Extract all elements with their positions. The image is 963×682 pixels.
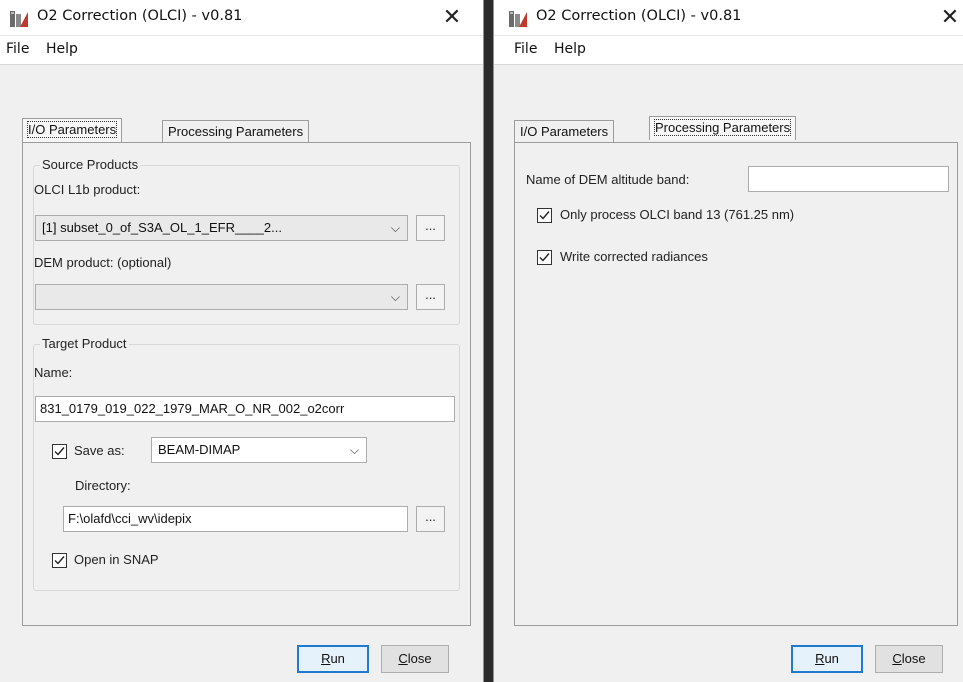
menu-bar: File Help	[494, 36, 963, 65]
directory-label: Directory:	[75, 478, 131, 493]
dialog-window-io: O2 Correction (OLCI) - v0.81 ✕ File Help…	[0, 0, 484, 682]
only-band13-label: Only process OLCI band 13 (761.25 nm)	[560, 207, 795, 222]
browse-directory-button[interactable]: ...	[416, 506, 445, 532]
title-bar[interactable]: O2 Correction (OLCI) - v0.81 ✕	[494, 0, 963, 36]
title-bar[interactable]: O2 Correction (OLCI) - v0.81 ✕	[0, 0, 483, 36]
window-title: O2 Correction (OLCI) - v0.81	[37, 8, 243, 24]
menu-file[interactable]: File	[6, 41, 29, 57]
checkmark-icon	[539, 211, 550, 220]
target-product-title: Target Product	[40, 336, 129, 351]
tab-io-parameters[interactable]: I/O Parameters	[514, 120, 615, 144]
close-label-rest: lose	[407, 651, 432, 666]
tab-processing-parameters[interactable]: Processing Parameters	[162, 120, 310, 144]
dem-product-label: DEM product: (optional)	[34, 255, 172, 270]
menu-bar: File Help	[0, 36, 483, 65]
open-in-snap-label: Open in SNAP	[74, 552, 159, 567]
checkmark-icon	[539, 253, 550, 262]
source-products-title: Source Products	[40, 157, 141, 172]
checkmark-icon	[54, 447, 65, 456]
run-button[interactable]: Run	[791, 645, 863, 673]
dem-product-select[interactable]: ⌵	[35, 284, 408, 310]
run-label-rest: un	[330, 651, 345, 666]
chevron-down-icon: ⌵	[349, 443, 359, 457]
save-format-value: BEAM-DIMAP	[158, 442, 241, 457]
checkmark-icon	[54, 556, 65, 565]
target-name-label: Name:	[34, 365, 73, 380]
run-label-rest: un	[824, 651, 839, 666]
close-icon[interactable]: ✕	[933, 3, 963, 33]
write-corrected-checkbox[interactable]	[537, 250, 552, 265]
olci-product-label: OLCI L1b product:	[34, 182, 141, 197]
directory-input[interactable]: F:\olafd\cci_wv\idepix	[63, 506, 408, 532]
close-label-rest: lose	[901, 651, 926, 666]
close-mnemonic: C	[398, 651, 408, 666]
browse-olci-button[interactable]: ...	[416, 215, 445, 241]
menu-help[interactable]: Help	[554, 41, 586, 57]
menu-file[interactable]: File	[514, 41, 537, 57]
snap-app-icon	[9, 9, 29, 29]
dem-band-input[interactable]	[748, 166, 949, 192]
chevron-down-icon: ⌵	[390, 290, 400, 304]
olci-product-select[interactable]: [1] subset_0_of_S3A_OL_1_EFR____2... ⌵	[35, 215, 408, 241]
target-name-input[interactable]: 831_0179_019_022_1979_MAR_O_NR_002_o2cor…	[35, 396, 455, 422]
save-format-select[interactable]: BEAM-DIMAP ⌵	[151, 437, 367, 463]
close-button[interactable]: Close	[875, 645, 943, 673]
window-title: O2 Correction (OLCI) - v0.81	[536, 8, 742, 24]
tab-processing-label: Processing Parameters	[168, 124, 304, 139]
dem-band-label: Name of DEM altitude band:	[526, 172, 690, 187]
save-as-label: Save as:	[74, 443, 125, 458]
write-corrected-label: Write corrected radiances	[560, 249, 708, 264]
run-button[interactable]: Run	[297, 645, 369, 673]
dialog-window-processing: O2 Correction (OLCI) - v0.81 ✕ File Help…	[493, 0, 963, 682]
menu-help[interactable]: Help	[46, 41, 78, 57]
snap-app-icon	[508, 9, 528, 29]
processing-parameters-panel: Name of DEM altitude band: Only process …	[514, 142, 958, 626]
chevron-down-icon: ⌵	[390, 221, 400, 235]
io-parameters-panel: Source Products OLCI L1b product: [1] su…	[22, 142, 471, 626]
tab-io-label: I/O Parameters	[520, 124, 609, 139]
close-icon[interactable]: ✕	[435, 3, 469, 33]
tab-processing-label: Processing Parameters	[653, 119, 792, 136]
close-mnemonic: C	[892, 651, 902, 666]
browse-dem-button[interactable]: ...	[416, 284, 445, 310]
tab-processing-parameters[interactable]: Processing Parameters	[649, 116, 797, 140]
tab-io-parameters[interactable]: I/O Parameters	[22, 118, 123, 142]
tab-io-label: I/O Parameters	[26, 121, 118, 138]
olci-product-value: [1] subset_0_of_S3A_OL_1_EFR____2...	[42, 220, 282, 235]
close-button[interactable]: Close	[381, 645, 449, 673]
open-in-snap-checkbox[interactable]	[52, 553, 67, 568]
save-as-checkbox[interactable]	[52, 444, 67, 459]
only-band13-checkbox[interactable]	[537, 208, 552, 223]
